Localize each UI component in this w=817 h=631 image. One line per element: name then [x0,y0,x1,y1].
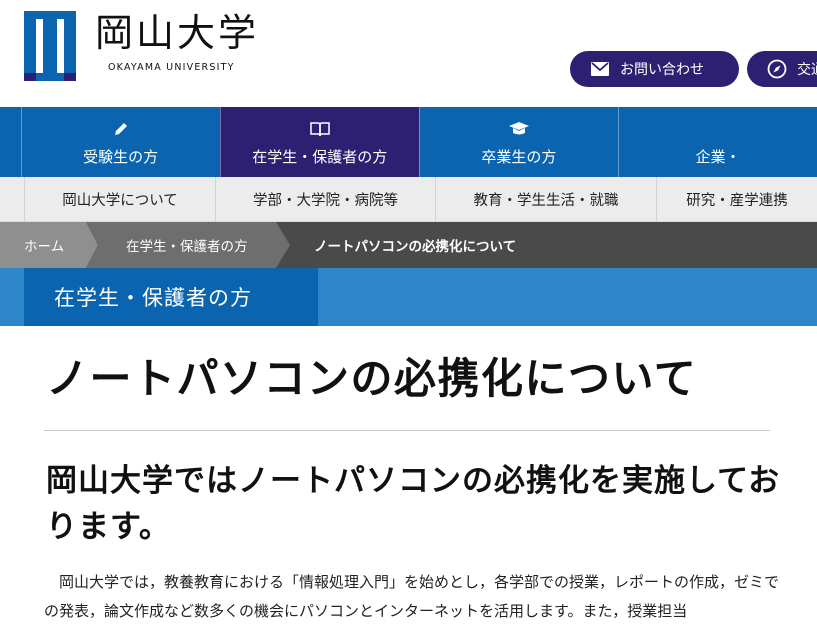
university-logo-icon[interactable] [24,11,76,81]
pencil-icon [113,118,129,140]
primary-nav-label: 卒業生の方 [481,147,557,166]
breadcrumb: ホーム 在学生・保護者の方 ノートパソコンの必携化について [0,222,817,268]
page-title: ノートパソコンの必携化について [46,354,698,403]
graduation-cap-icon [508,118,530,140]
breadcrumb-students-link[interactable]: 在学生・保護者の方 [126,222,248,268]
access-label: 交通 [797,62,817,78]
primary-nav: 受験生の方 在学生・保護者の方 卒業生の方 企業・ [0,107,817,177]
breadcrumb-label: ノートパソコンの必携化について [314,239,517,255]
secondary-nav: 岡山大学について 学部・大学院・病院等 教育・学生生活・就職 研究・産学連携 [0,177,817,222]
secondary-nav-item-education[interactable]: 教育・学生生活・就職 [435,177,656,222]
secondary-nav-label: 教育・学生生活・就職 [473,193,619,209]
access-button[interactable]: 交通 [747,51,817,87]
primary-nav-label: 企業・ [695,147,741,166]
primary-nav-item-students[interactable]: 在学生・保護者の方 [219,107,419,177]
book-icon [309,118,330,140]
section-label: 在学生・保護者の方 [24,268,318,326]
primary-nav-item-applicants[interactable]: 受験生の方 [20,107,220,177]
secondary-nav-label: 岡山大学について [62,193,178,209]
breadcrumb-home-link[interactable]: ホーム [24,222,64,268]
primary-nav-spacer [0,107,21,177]
breadcrumb-current-page: ノートパソコンの必携化について [314,222,516,268]
section-banner: 在学生・保護者の方 [0,268,817,326]
secondary-nav-item-faculties[interactable]: 学部・大学院・病院等 [215,177,435,222]
breadcrumb-label: 在学生・保護者の方 [126,239,248,255]
primary-nav-label: 受験生の方 [83,147,159,166]
secondary-nav-spacer [0,177,24,222]
contact-button[interactable]: お問い合わせ [570,51,739,87]
compass-icon [767,59,787,79]
breadcrumb-label: ホーム [24,239,65,255]
primary-nav-item-companies[interactable]: 企業・ [617,107,817,177]
contact-label: お問い合わせ [620,62,704,78]
primary-nav-label: 在学生・保護者の方 [252,147,388,166]
logo-japanese-name[interactable]: 岡山大学 [95,14,259,52]
body-paragraph: 岡山大学では，教養教育における「情報処理入門」を始めとし，各学部での授業，レポー… [44,573,780,620]
title-divider [44,430,770,431]
secondary-nav-label: 学部・大学院・病院等 [253,193,398,209]
mail-icon [590,59,610,79]
logo-english-name[interactable]: OKAYAMA UNIVERSITY [108,62,235,73]
secondary-nav-label: 研究・産学連携 [686,193,788,209]
primary-nav-item-alumni[interactable]: 卒業生の方 [418,107,618,177]
site-header: 岡山大学 OKAYAMA UNIVERSITY お問い合わせ 交通 [0,0,817,107]
section-heading: 岡山大学ではノートパソコンの必携化を実施しております。 [46,463,781,545]
secondary-nav-item-research[interactable]: 研究・産学連携 [656,177,817,222]
secondary-nav-item-about[interactable]: 岡山大学について [24,177,215,222]
